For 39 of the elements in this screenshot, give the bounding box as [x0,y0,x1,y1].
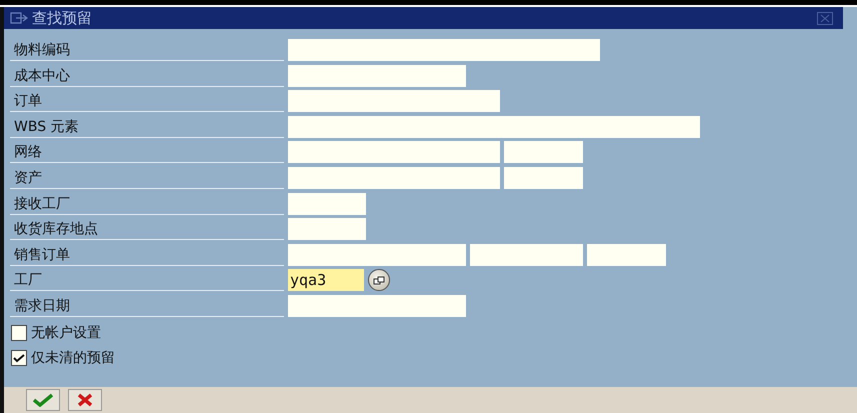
input-field[interactable] [288,166,500,189]
checkbox[interactable] [11,350,27,366]
input-field[interactable] [288,90,500,112]
checkmark-icon [32,393,54,407]
field-label: WBS 元素 [10,116,284,138]
field-label: 接收工厂 [10,192,284,215]
checkbox-label: 无帐户设置 [31,324,101,342]
input-field[interactable] [288,218,366,240]
input-field[interactable] [288,39,600,61]
close-icon[interactable] [817,12,833,24]
windows-icon [373,276,385,285]
input-field[interactable] [288,294,466,317]
input-field[interactable] [504,166,583,189]
field-label: 资产 [10,166,284,189]
field-label: 收货库存地点 [10,218,284,240]
field-label: 销售订单 [10,244,284,266]
input-field[interactable]: yqa3 [288,269,364,292]
cancel-button[interactable] [68,389,102,411]
field-label: 网络 [10,141,284,164]
field-label: 物料编码 [10,39,284,61]
lookup-button[interactable] [368,269,390,292]
input-field[interactable] [288,116,700,138]
input-field[interactable] [504,141,583,164]
confirm-button[interactable] [26,389,60,411]
window-title: 查找预留 [32,8,93,28]
field-label: 订单 [10,90,284,112]
input-field[interactable] [288,192,366,215]
field-label: 需求日期 [10,294,284,317]
checkbox-label: 仅未清的预留 [31,349,115,368]
field-label: 成本中心 [10,64,284,87]
cross-icon [76,393,94,407]
input-field[interactable] [288,244,466,266]
window-icon [10,12,28,24]
input-field[interactable] [470,244,583,266]
field-label: 工厂 [10,269,284,292]
checkbox[interactable] [11,325,27,342]
input-field[interactable] [587,244,666,266]
input-field[interactable] [288,64,466,87]
input-field[interactable] [288,141,500,164]
